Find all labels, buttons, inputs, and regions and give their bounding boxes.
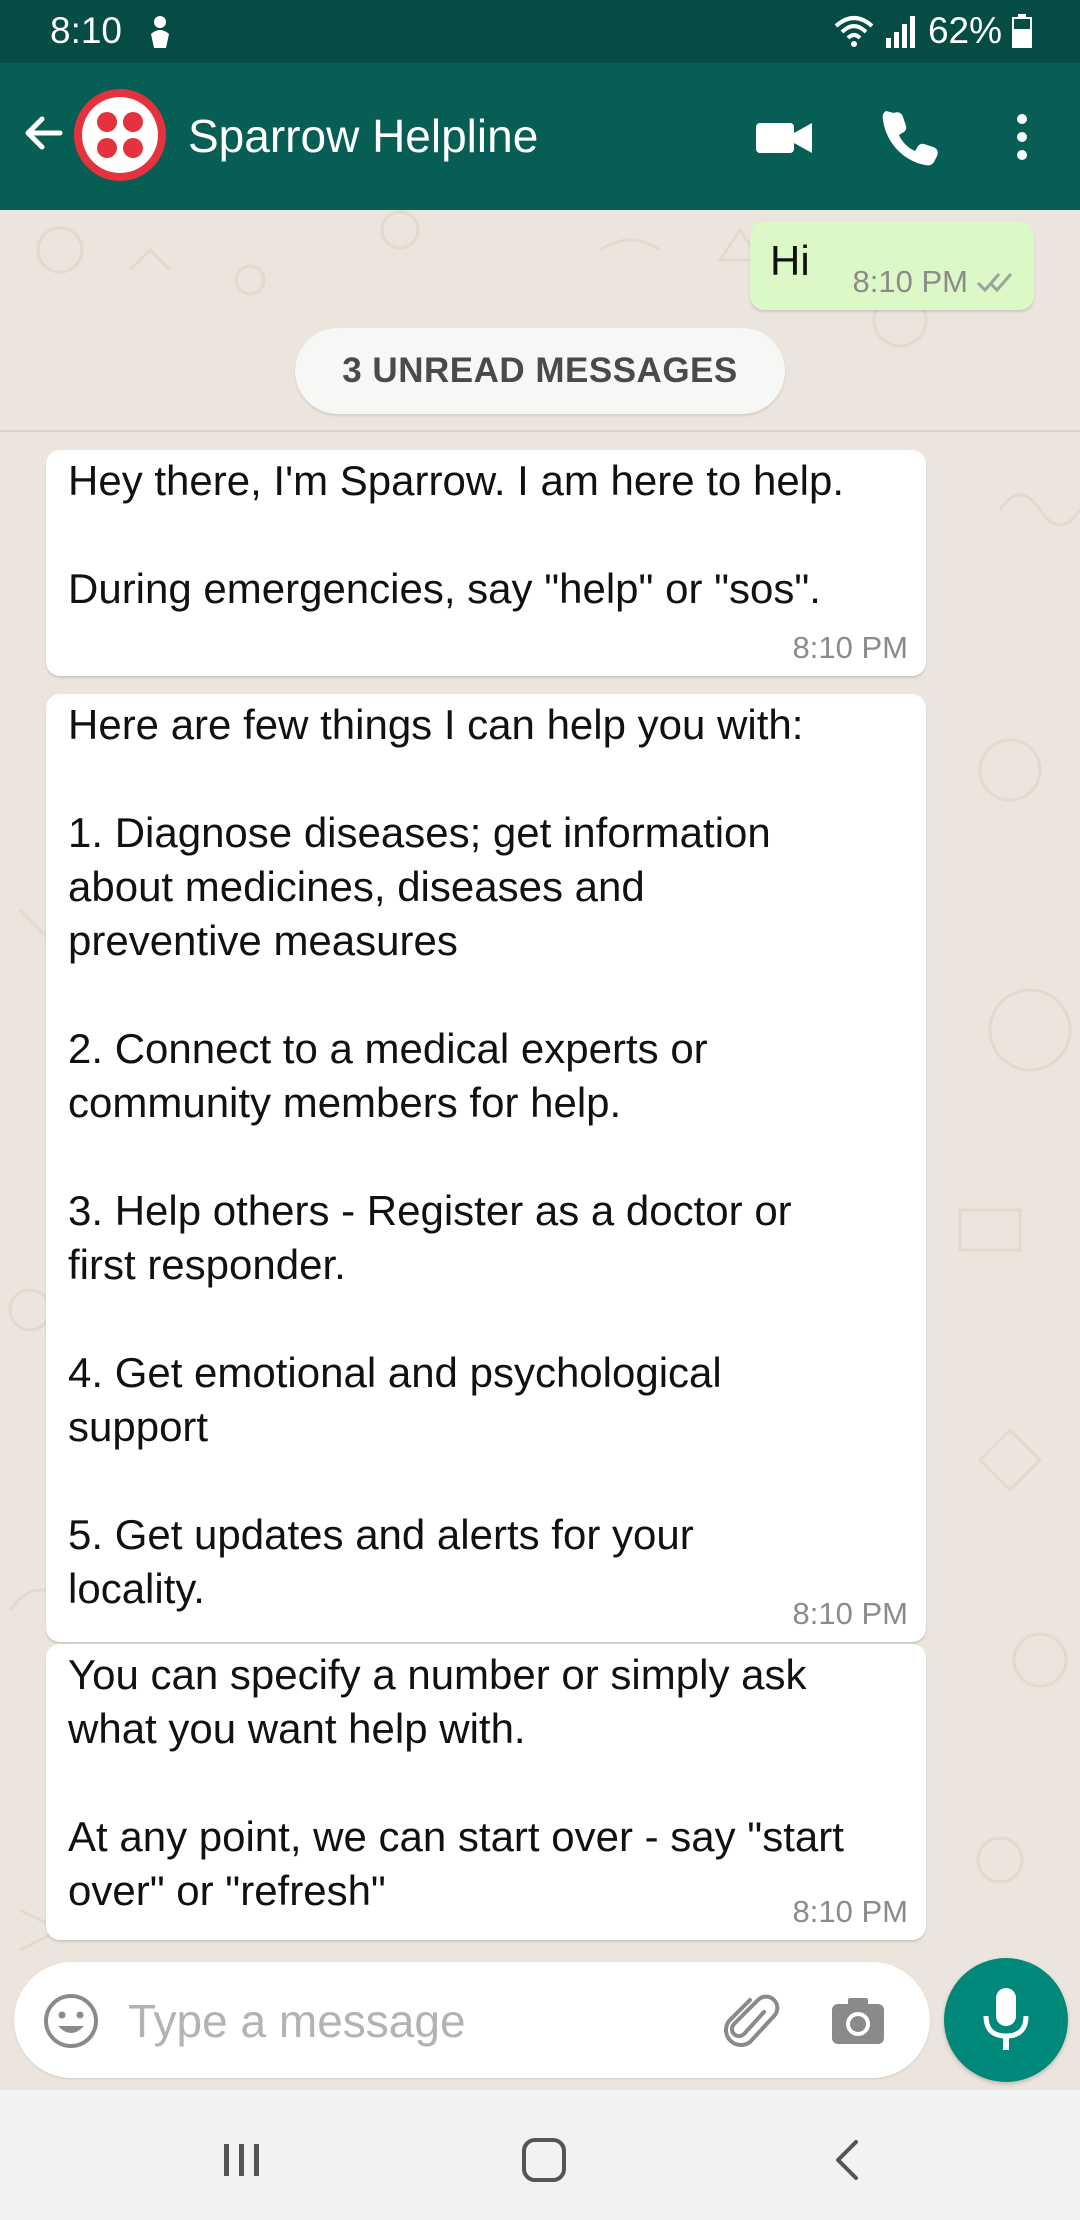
camera-icon[interactable] [828, 1992, 888, 2052]
mic-icon [983, 1988, 1029, 2050]
avatar-dot [123, 138, 143, 158]
battery-icon [1012, 14, 1032, 48]
avatar-dot [97, 138, 117, 158]
avatar-dot [97, 112, 117, 132]
attach-icon[interactable] [724, 1994, 782, 2052]
message-time: 8:10 PM [792, 630, 908, 665]
message-text: You can specify a number or simply ask w… [68, 1651, 844, 1914]
message-outgoing[interactable]: Hi 8:10 PM [750, 222, 1034, 310]
nav-back-icon[interactable] [818, 2130, 878, 2190]
unread-divider [0, 430, 1080, 432]
message-input[interactable]: Type a message [128, 1994, 466, 2048]
message-incoming[interactable]: Here are few things I can help you with:… [46, 694, 926, 1642]
chat-title[interactable]: Sparrow Helpline [188, 109, 538, 163]
more-options-icon[interactable] [992, 107, 1052, 167]
message-meta: 8:10 PM [853, 264, 1016, 300]
back-arrow-icon[interactable] [20, 109, 68, 157]
mic-button[interactable] [944, 1958, 1068, 2082]
chat-header: Sparrow Helpline [0, 63, 1080, 210]
status-time: 8:10 [50, 10, 123, 51]
video-call-icon[interactable] [754, 107, 814, 167]
message-meta: 8:10 PM [793, 630, 908, 666]
message-incoming[interactable]: You can specify a number or simply ask w… [46, 1644, 926, 1940]
message-text: Hi [770, 237, 810, 284]
message-meta: 8:10 PM [793, 1596, 908, 1632]
notification-icon [151, 16, 169, 48]
status-bar: 8:10 62% [0, 0, 1080, 63]
recent-apps-icon[interactable] [212, 2130, 272, 2190]
unread-messages-banner: 3 UNREAD MESSAGES [295, 328, 785, 414]
voice-call-icon[interactable] [880, 107, 940, 167]
wifi-icon [834, 16, 874, 47]
message-text: Here are few things I can help you with:… [68, 701, 804, 1612]
signal-icon [885, 16, 915, 48]
system-indicators: 62% [834, 10, 1032, 52]
message-incoming[interactable]: Hey there, I'm Sparrow. I am here to hel… [46, 450, 926, 676]
avatar-ring [82, 97, 158, 173]
system-nav-bar [0, 2090, 1080, 2220]
message-meta: 8:10 PM [793, 1894, 908, 1930]
contact-avatar[interactable] [74, 89, 166, 181]
emoji-icon[interactable] [42, 1992, 100, 2050]
home-icon[interactable] [514, 2130, 574, 2190]
battery-percent: 62% [927, 10, 1002, 51]
message-time: 8:10 PM [792, 1894, 908, 1929]
avatar-dot [123, 112, 143, 132]
message-text: Hey there, I'm Sparrow. I am here to hel… [68, 457, 845, 612]
message-time: 8:10 PM [792, 1596, 908, 1631]
message-time: 8:10 PM [852, 264, 968, 299]
message-composer[interactable]: Type a message [14, 1962, 930, 2078]
chat-area[interactable]: Hi 8:10 PM 3 UNREAD MESSAGES Hey there, … [0, 210, 1080, 2090]
read-receipt-icon [976, 273, 1013, 293]
